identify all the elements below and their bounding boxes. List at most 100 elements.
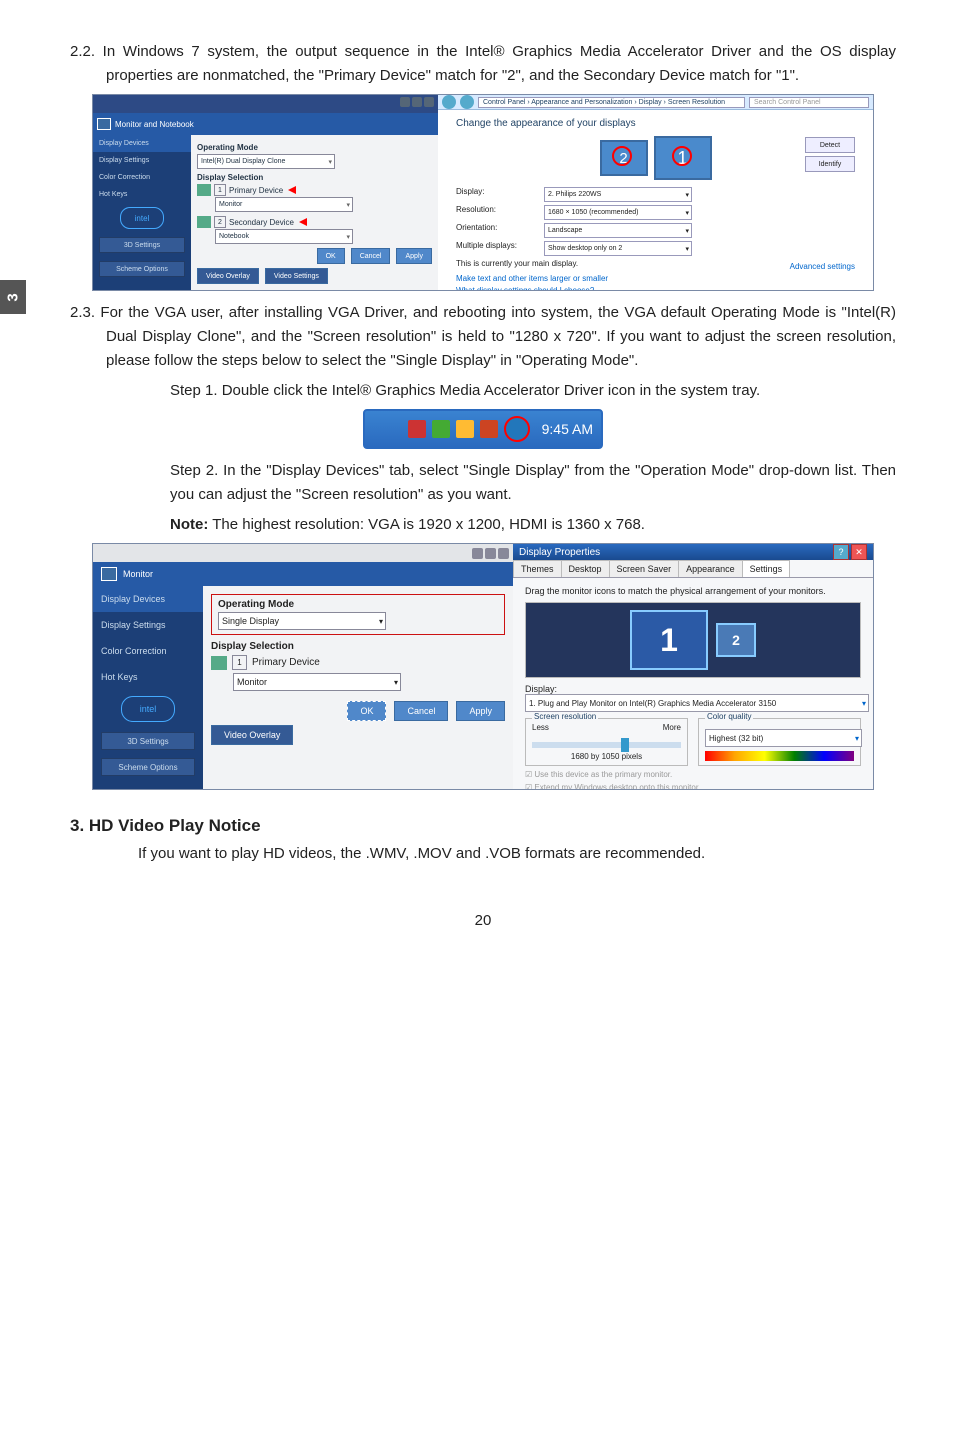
tray-icon: [480, 420, 498, 438]
arrow-primary: [288, 186, 296, 194]
nav-display-settings[interactable]: Display Settings: [93, 612, 203, 638]
search-input[interactable]: Search Control Panel: [749, 97, 869, 108]
callout-1: [672, 146, 692, 166]
select-orientation[interactable]: Landscape: [544, 223, 692, 238]
select-primary-device[interactable]: Monitor: [215, 197, 353, 212]
lbl-orientation: Orientation:: [456, 223, 534, 238]
ok-button[interactable]: OK: [347, 701, 386, 721]
lbl-color-quality: Color quality: [705, 712, 753, 721]
main-display-msg: This is currently your main display.: [456, 259, 578, 271]
select-operating-mode[interactable]: Single Display: [218, 612, 386, 630]
chk-extend-desktop: ☑ Extend my Windows desktop onto this mo…: [525, 783, 861, 790]
cancel-button[interactable]: Cancel: [394, 701, 448, 721]
lbl-screen-resolution: Screen resolution: [532, 712, 598, 721]
select-multiple[interactable]: Show desktop only on 2: [544, 241, 692, 256]
select-operating-mode[interactable]: Intel(R) Dual Display Clone: [197, 154, 335, 169]
para-2-2: 2.2. In Windows 7 system, the output seq…: [70, 40, 896, 88]
nav-hot-keys[interactable]: Hot Keys: [93, 186, 191, 203]
btn-3d-settings[interactable]: 3D Settings: [101, 732, 195, 750]
label-display-selection: Display Selection: [197, 173, 432, 182]
advanced-settings-link[interactable]: Advanced settings: [790, 262, 855, 271]
tab-appearance[interactable]: Appearance: [678, 560, 743, 577]
intel-logo: intel: [120, 207, 164, 229]
ok-button[interactable]: OK: [317, 248, 345, 264]
window-title: Display Properties: [519, 547, 600, 558]
label-operating-mode: Operating Mode: [197, 143, 432, 152]
monitor-2[interactable]: 2: [716, 623, 756, 657]
page-side-tab: 3: [0, 280, 26, 314]
desc-text: Drag the monitor icons to match the phys…: [525, 586, 861, 596]
tray-icon: [432, 420, 450, 438]
select-display[interactable]: 2. Philips 220WS: [544, 187, 692, 202]
panel-header: Monitor: [123, 569, 153, 579]
intel-logo: intel: [121, 696, 175, 722]
select-resolution[interactable]: 1680 × 1050 (recommended): [544, 205, 692, 220]
help-icon[interactable]: ?: [833, 544, 849, 560]
note: Note: The highest resolution: VGA is 192…: [70, 513, 896, 537]
arrow-secondary: [299, 218, 307, 226]
label-operating-mode: Operating Mode: [218, 599, 498, 610]
lbl-more: More: [663, 723, 681, 732]
tray-time: 9:45 AM: [542, 421, 593, 437]
heading-3: 3. HD Video Play Notice: [70, 816, 896, 836]
lbl-less: Less: [532, 723, 549, 732]
btn-video-overlay[interactable]: Video Overlay: [211, 725, 293, 745]
label-display-selection: Display Selection: [211, 641, 505, 652]
tab-themes[interactable]: Themes: [513, 560, 562, 577]
para-2-3: 2.3. For the VGA user, after installing …: [70, 301, 896, 373]
callout-2: [612, 146, 632, 166]
nav-hot-keys[interactable]: Hot Keys: [93, 664, 203, 690]
fwd-icon[interactable]: [460, 95, 474, 109]
identify-button[interactable]: Identify: [805, 156, 855, 172]
intel-tray-icon[interactable]: [504, 416, 530, 442]
lbl-display: Display:: [456, 187, 534, 202]
para-3: If you want to play HD videos, the .WMV,…: [70, 842, 896, 866]
badge-primary-1: 1: [214, 184, 226, 196]
label-primary-device: Primary Device: [229, 186, 283, 195]
resolution-slider[interactable]: [532, 742, 681, 748]
tab-screensaver[interactable]: Screen Saver: [609, 560, 680, 577]
btn-3d-settings[interactable]: 3D Settings: [99, 237, 185, 253]
breadcrumb[interactable]: Control Panel › Appearance and Personali…: [478, 97, 745, 108]
cancel-button[interactable]: Cancel: [351, 248, 391, 264]
btn-video-settings[interactable]: Video Settings: [265, 268, 328, 284]
tray-screenshot: 9:45 AM: [70, 409, 896, 449]
btn-scheme-options[interactable]: Scheme Options: [101, 758, 195, 776]
monitor-1[interactable]: 1: [630, 610, 708, 670]
close-icon[interactable]: ✕: [851, 544, 867, 560]
nav-display-devices[interactable]: Display Devices: [93, 586, 203, 612]
tray-icon: [456, 420, 474, 438]
nav-display-devices[interactable]: Display Devices: [93, 135, 191, 152]
badge-secondary-2: 2: [214, 216, 226, 228]
select-primary-device[interactable]: Monitor: [233, 673, 401, 691]
step-2: Step 2. In the "Display Devices" tab, se…: [70, 459, 896, 507]
nav-color-correction[interactable]: Color Correction: [93, 169, 191, 186]
screenshot-1: Monitor and Notebook Display Devices Dis…: [70, 94, 896, 291]
lbl-display: Display:: [525, 684, 861, 694]
btn-scheme-options[interactable]: Scheme Options: [99, 261, 185, 277]
chk-primary-monitor: ☑ Use this device as the primary monitor…: [525, 770, 861, 779]
apply-button[interactable]: Apply: [396, 248, 432, 264]
apply-button[interactable]: Apply: [456, 701, 505, 721]
back-icon[interactable]: [442, 95, 456, 109]
link-text-size[interactable]: Make text and other items larger or smal…: [456, 274, 855, 283]
link-display-choose[interactable]: What display settings should I choose?: [456, 286, 855, 291]
detect-button[interactable]: Detect: [805, 137, 855, 153]
select-display[interactable]: 1. Plug and Play Monitor on Intel(R) Gra…: [525, 694, 869, 712]
btn-video-overlay[interactable]: Video Overlay: [197, 268, 259, 284]
tab-desktop[interactable]: Desktop: [561, 560, 610, 577]
lbl-multiple: Multiple displays:: [456, 241, 534, 256]
label-primary-device: Primary Device: [252, 657, 320, 668]
label-secondary-device: Secondary Device: [229, 218, 294, 227]
color-bar: [705, 751, 854, 761]
lbl-resolution: Resolution:: [456, 205, 534, 220]
nav-color-correction[interactable]: Color Correction: [93, 638, 203, 664]
nav-display-settings[interactable]: Display Settings: [93, 152, 191, 169]
select-color-quality[interactable]: Highest (32 bit): [705, 729, 862, 747]
select-secondary-device[interactable]: Notebook: [215, 229, 353, 244]
tab-settings[interactable]: Settings: [742, 560, 791, 577]
resolution-value: 1680 by 1050 pixels: [532, 752, 681, 761]
tray-icon: [408, 420, 426, 438]
screenshot-2: Monitor Display Devices Display Settings…: [70, 543, 896, 790]
badge-primary-1: 1: [232, 655, 247, 670]
